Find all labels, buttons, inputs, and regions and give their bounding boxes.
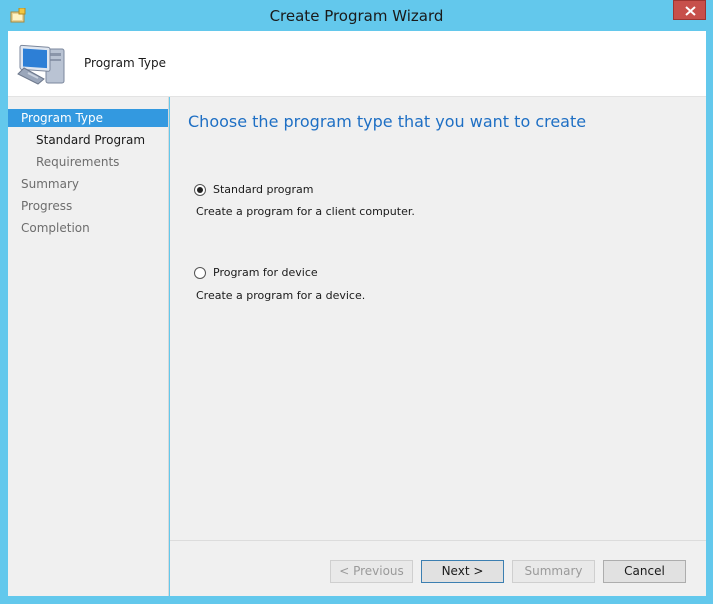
nav-item-requirements[interactable]: Requirements — [8, 153, 168, 171]
close-button[interactable] — [673, 0, 706, 20]
nav-item-program-type[interactable]: Program Type — [8, 109, 168, 127]
nav-item-progress[interactable]: Progress — [8, 197, 168, 215]
wizard-content: Choose the program type that you want to… — [170, 97, 706, 596]
wizard-window: Create Program Wizard Program Type Progr… — [0, 0, 713, 604]
close-icon — [685, 6, 696, 16]
window-title: Create Program Wizard — [269, 7, 444, 25]
nav-item-summary[interactable]: Summary — [8, 175, 168, 193]
radio-label[interactable]: Program for device — [213, 266, 318, 279]
nav-item-standard-program[interactable]: Standard Program — [8, 131, 168, 149]
title-bar: Create Program Wizard — [0, 0, 713, 31]
previous-button[interactable]: < Previous — [330, 560, 413, 583]
wizard-header: Program Type — [8, 31, 706, 96]
radio-button[interactable] — [194, 267, 206, 279]
option-description: Create a program for a device. — [196, 289, 366, 302]
computer-icon — [16, 39, 68, 89]
radio-button-selected[interactable] — [194, 184, 206, 196]
footer-divider — [170, 540, 706, 541]
header-title: Program Type — [84, 56, 167, 70]
page-title: Choose the program type that you want to… — [188, 112, 587, 131]
wizard-steps-nav: Program Type Standard Program Requiremen… — [8, 97, 169, 596]
summary-button[interactable]: Summary — [512, 560, 595, 583]
option-description: Create a program for a client computer. — [196, 205, 415, 218]
next-button[interactable]: Next > — [421, 560, 504, 583]
cancel-button[interactable]: Cancel — [603, 560, 686, 583]
radio-label[interactable]: Standard program — [213, 183, 314, 196]
nav-item-completion[interactable]: Completion — [8, 219, 168, 237]
